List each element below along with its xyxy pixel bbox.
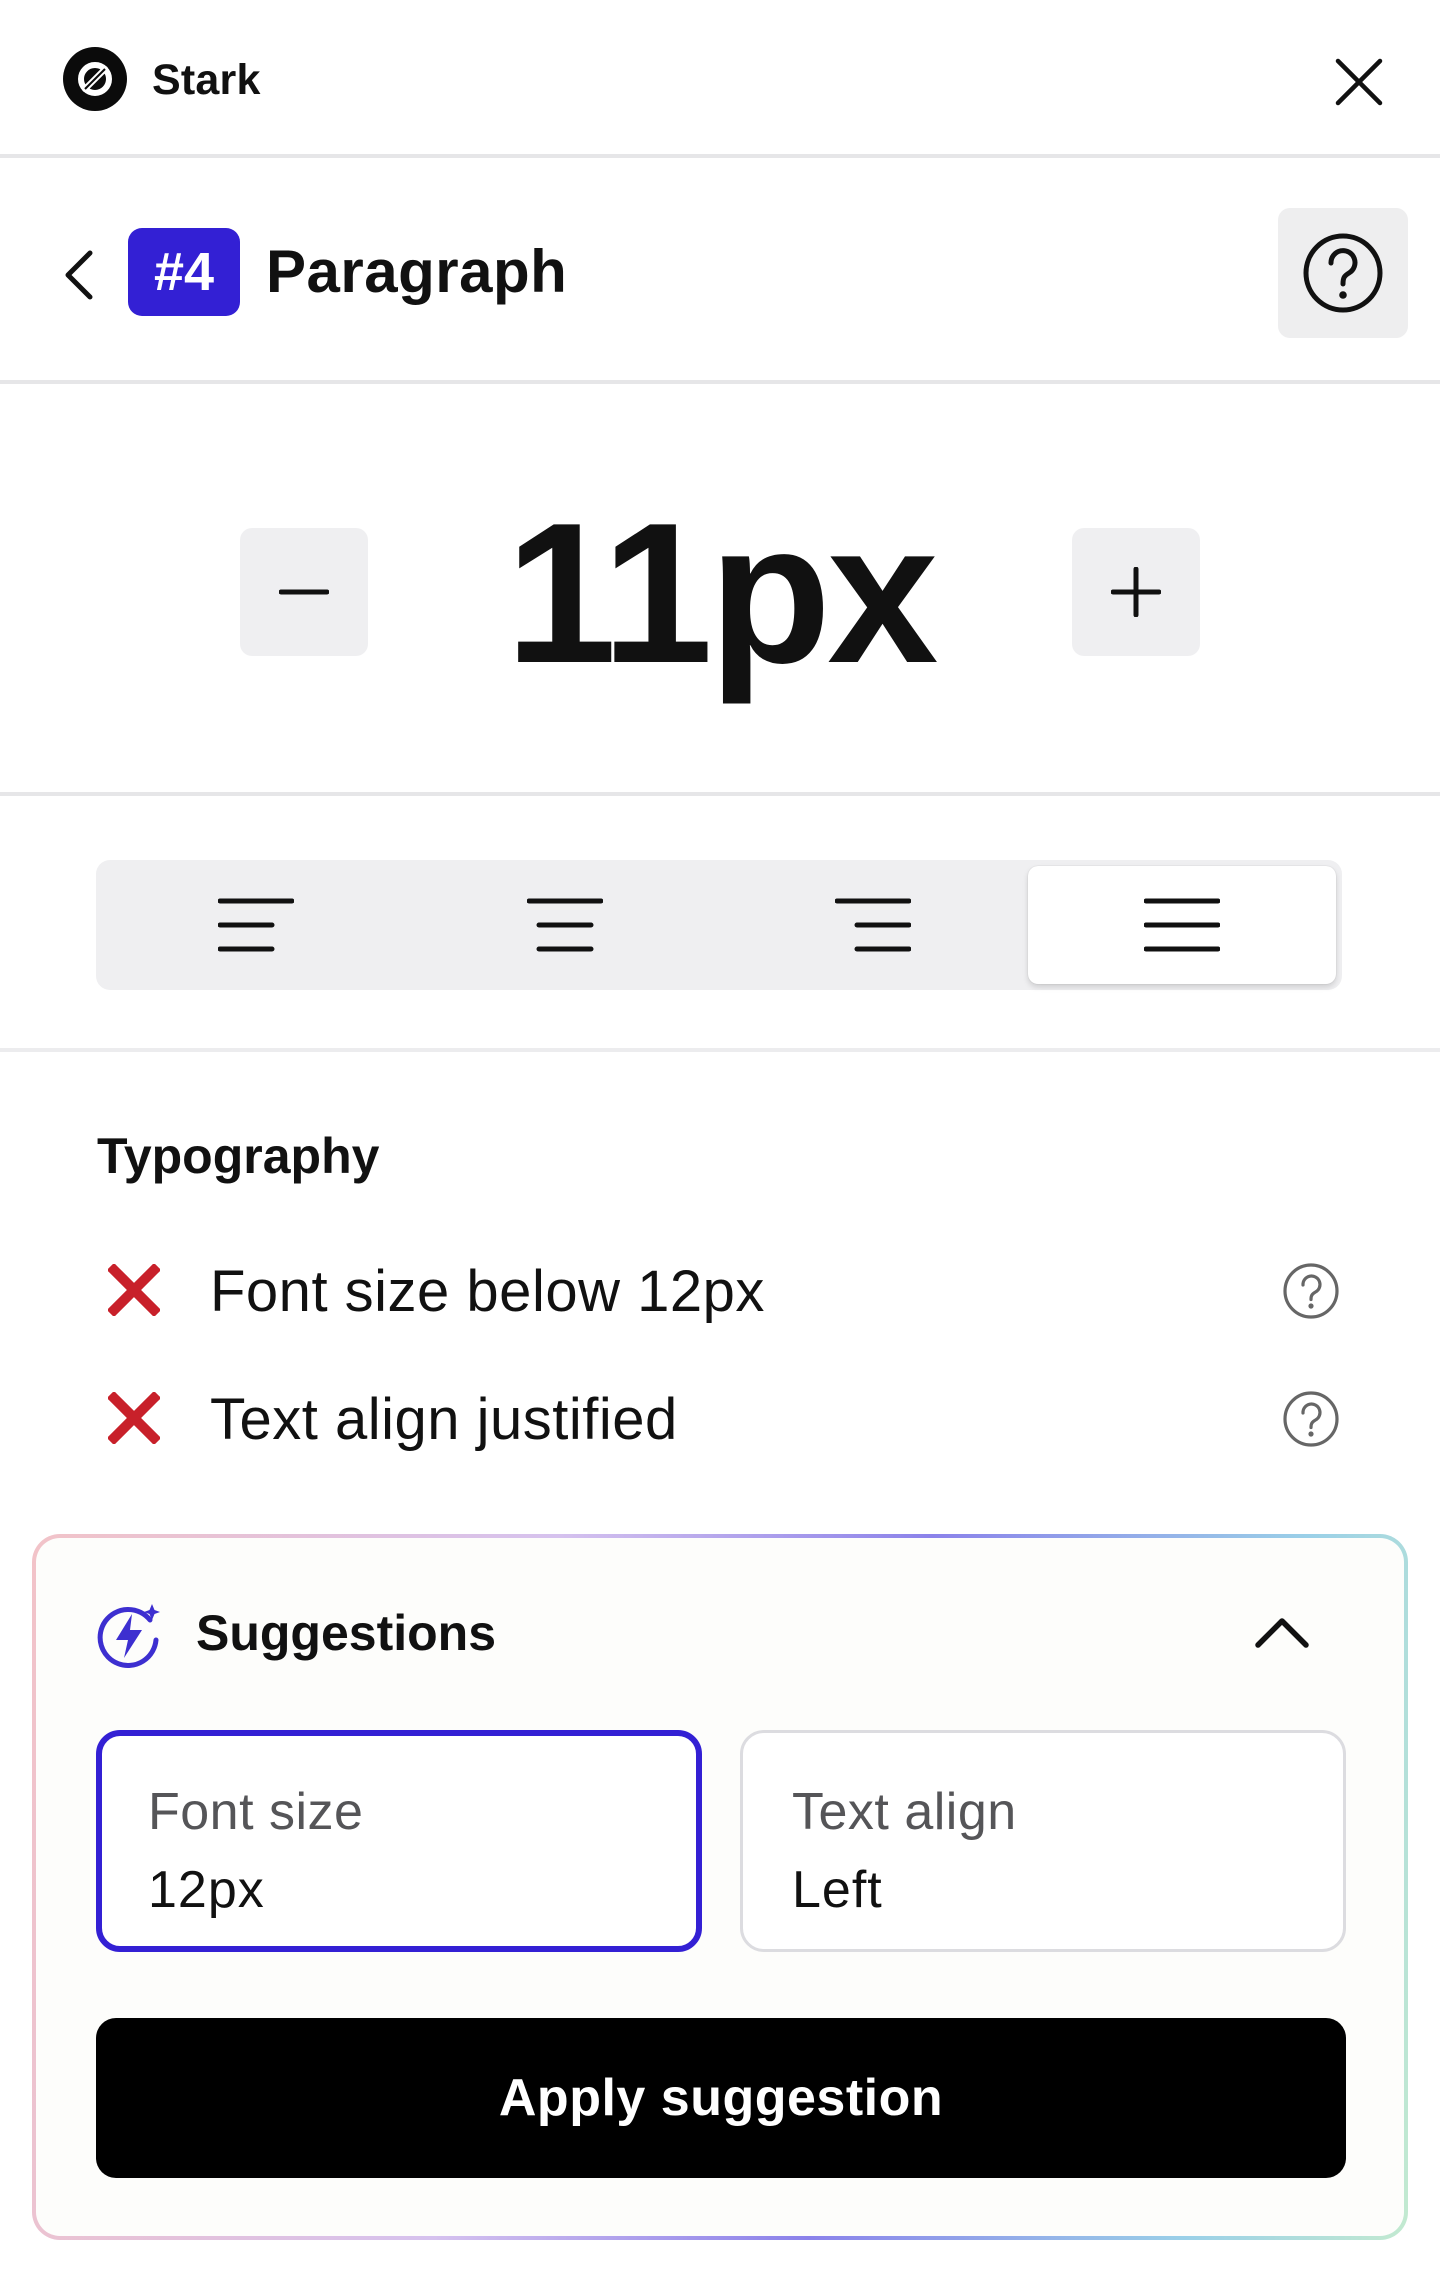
stark-panel: Stark #4 Paragraph 11px Typography Font … xyxy=(0,0,1440,2272)
option-label: Font size xyxy=(148,1783,364,1841)
font-size-stepper: 11px xyxy=(0,384,1440,796)
text-align-segmented-control xyxy=(96,860,1342,990)
chevron-up-icon xyxy=(1255,1618,1309,1648)
align-center-icon xyxy=(526,898,603,952)
text-align-section xyxy=(0,796,1440,1052)
x-mark-icon xyxy=(108,1264,160,1316)
typography-heading: Typography xyxy=(97,1128,380,1184)
suggestion-option-font-size[interactable]: Font size 12px xyxy=(96,1730,702,1952)
minus-icon xyxy=(279,589,329,595)
element-number-badge: #4 xyxy=(128,228,240,316)
decrease-size-button[interactable] xyxy=(240,528,368,656)
close-button[interactable] xyxy=(1326,49,1392,115)
stark-logo-icon xyxy=(63,47,127,111)
align-left-button[interactable] xyxy=(102,866,411,984)
align-right-button[interactable] xyxy=(719,866,1028,984)
back-button[interactable] xyxy=(50,240,106,310)
option-label: Text align xyxy=(792,1783,1017,1841)
issue-item: Font size below 12px xyxy=(96,1240,1346,1340)
suggestion-option-text-align[interactable]: Text align Left xyxy=(740,1730,1346,1952)
help-button[interactable] xyxy=(1278,208,1408,338)
option-value: Left xyxy=(792,1861,883,1919)
suggestions-card-body: Suggestions Font size 12px Text align Le… xyxy=(36,1538,1404,2236)
ai-bolt-icon xyxy=(97,1604,160,1668)
issue-text: Font size below 12px xyxy=(210,1259,765,1324)
element-titlebar: #4 Paragraph xyxy=(0,158,1440,384)
issue-item: Text align justified xyxy=(96,1368,1346,1468)
suggestions-card: Suggestions Font size 12px Text align Le… xyxy=(32,1534,1408,2240)
align-left-icon xyxy=(218,898,295,952)
help-circle-icon[interactable] xyxy=(1282,1262,1340,1320)
font-size-value: 11px xyxy=(505,482,939,705)
collapse-suggestions-button[interactable] xyxy=(1246,1596,1318,1668)
app-header: Stark xyxy=(0,0,1440,158)
x-mark-icon xyxy=(108,1392,160,1444)
align-justify-button[interactable] xyxy=(1027,866,1336,984)
help-circle-icon[interactable] xyxy=(1282,1390,1340,1448)
apply-suggestion-button[interactable]: Apply suggestion xyxy=(96,2018,1346,2178)
align-justify-icon xyxy=(1143,898,1220,952)
option-value: 12px xyxy=(148,1861,265,1919)
help-circle-icon xyxy=(1303,233,1383,313)
chevron-left-icon xyxy=(65,250,93,300)
align-center-button[interactable] xyxy=(411,866,720,984)
element-title: Paragraph xyxy=(266,238,568,305)
plus-icon xyxy=(1111,567,1161,617)
issue-text: Text align justified xyxy=(210,1387,678,1452)
app-title: Stark xyxy=(152,56,261,104)
align-right-icon xyxy=(835,898,912,952)
suggestions-title: Suggestions xyxy=(196,1605,497,1661)
close-icon xyxy=(1335,58,1383,106)
increase-size-button[interactable] xyxy=(1072,528,1200,656)
